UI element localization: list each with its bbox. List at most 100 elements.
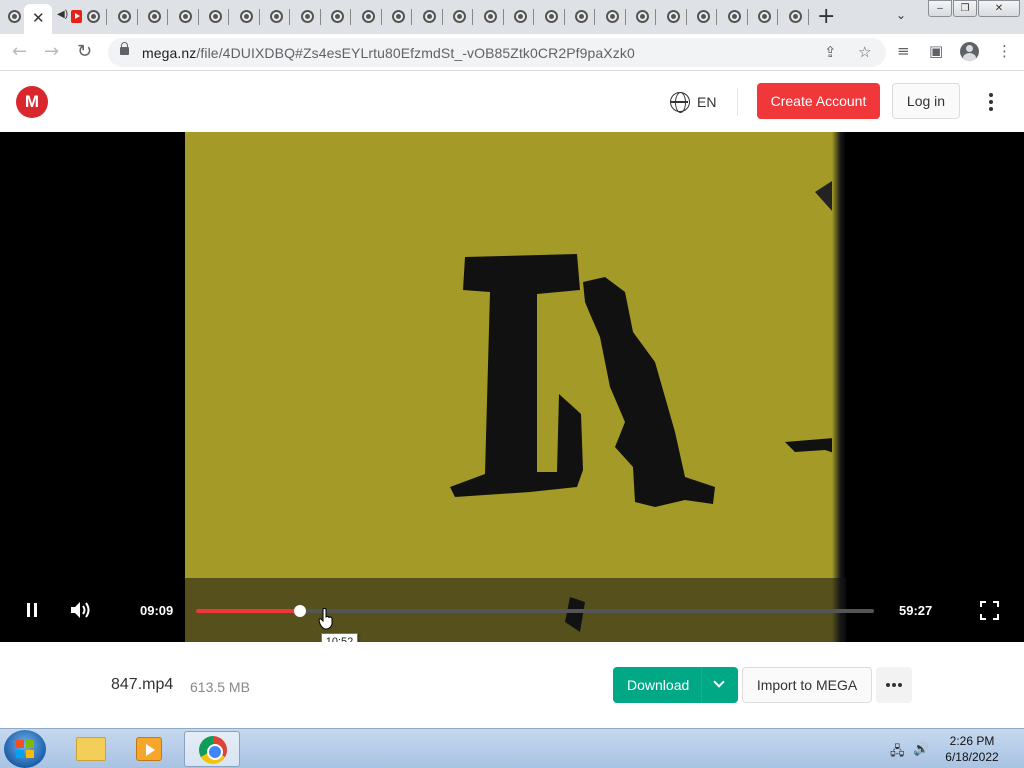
taskbar-explorer[interactable] [62,731,118,767]
video-frame[interactable] [185,132,846,642]
tab-favicon-icon[interactable] [148,10,161,23]
close-tab-icon[interactable]: ✕ [32,9,45,27]
lock-icon[interactable] [120,42,129,55]
tab-separator [258,9,260,25]
youtube-tab-icon[interactable] [71,10,82,23]
url-text[interactable]: mega.nz/file/4DUIXDBQ#Zs4esEYLrtu80Efzmd… [142,45,635,61]
fullscreen-icon[interactable] [980,601,999,620]
back-icon[interactable]: ← [12,41,27,62]
system-clock[interactable]: 2:26 PM 6/18/2022 [940,733,1004,765]
minimize-button[interactable]: – [928,0,952,17]
tab-favicon-icon[interactable] [422,10,436,23]
log-in-button[interactable]: Log in [892,83,960,119]
bookmark-star-icon[interactable]: ☆ [858,43,871,61]
new-tab-button[interactable]: + [817,4,835,29]
pause-icon[interactable] [26,603,38,617]
import-to-mega-button[interactable]: Import to MEGA [742,667,872,703]
tab-separator [380,9,382,25]
volume-icon[interactable] [70,601,92,619]
tab-separator [746,9,748,25]
video-content-image [450,172,846,632]
globe-icon[interactable] [670,92,690,113]
language-selector[interactable]: EN [697,94,716,110]
tab-favicon-icon[interactable] [331,10,344,23]
forward-icon[interactable]: → [44,41,59,62]
media-control-icon[interactable]: ≡ [897,42,910,60]
tab-favicon-icon[interactable] [697,10,710,23]
tab-separator [624,9,626,25]
side-panel-icon[interactable]: ▣ [929,42,943,60]
video-player[interactable]: 09:09 59:27 [0,132,1024,642]
browser-tab-strip: ✕ ◀) + ⌄ – ❐ ✕ [0,0,1024,34]
tab-favicon-icon[interactable] [666,10,680,23]
reload-icon[interactable]: ↻ [77,41,92,62]
tab-favicon-icon[interactable] [178,10,192,23]
video-frame-edge [832,132,846,642]
chrome-icon [199,736,227,764]
tab-separator [167,9,168,25]
download-split-divider [701,667,702,703]
download-button[interactable]: Download [613,667,738,703]
taskbar-media-player[interactable] [122,731,178,767]
tab-separator [716,9,717,25]
tab-favicon-icon[interactable] [209,10,222,23]
tab-favicon-icon[interactable] [117,10,131,23]
file-size: 613.5 MB [190,679,250,695]
start-button[interactable] [4,730,46,768]
tab-separator [106,9,107,25]
tab-separator [350,9,351,25]
tab-separator [441,9,443,25]
profile-avatar-icon[interactable] [960,42,979,61]
active-tab[interactable]: ✕ [24,4,52,34]
hand-cursor-icon [318,608,333,630]
tab-separator [533,9,534,25]
taskbar-chrome[interactable] [184,731,240,767]
tab-favicon-icon[interactable] [239,10,253,23]
more-menu-icon[interactable] [983,90,999,114]
tab-separator [777,9,778,25]
tab-separator [197,9,199,25]
tab-favicon-icon[interactable] [758,10,771,23]
tab-favicon-icon[interactable] [8,10,21,23]
tab-separator [685,9,687,25]
tab-favicon-icon[interactable] [87,10,100,23]
share-icon[interactable]: ⇪ [824,43,837,61]
clock-date: 6/18/2022 [945,750,999,764]
tab-separator [472,9,473,25]
chevron-down-icon[interactable] [713,676,725,688]
progress-track[interactable] [196,605,874,617]
tab-favicon-icon[interactable] [483,10,497,23]
tab-search-icon[interactable]: ⌄ [896,8,906,22]
tab-separator [289,9,290,25]
tab-separator [411,9,412,25]
browser-menu-icon[interactable]: ⋮ [997,42,1012,60]
tab-favicon-icon[interactable] [727,10,741,23]
tab-favicon-icon[interactable] [300,10,314,23]
download-label[interactable]: Download [627,677,689,693]
media-player-icon [136,737,162,761]
mega-logo[interactable]: M [16,86,48,118]
tab-favicon-icon[interactable] [575,10,588,23]
network-icon[interactable]: 🖧 [890,742,905,764]
tab-favicon-icon[interactable] [636,10,649,23]
volume-tray-icon[interactable]: 🔊 [913,742,929,757]
close-window-button[interactable]: ✕ [978,0,1020,17]
tab-favicon-icon[interactable] [453,10,466,23]
tab-favicon-icon[interactable] [361,10,375,23]
tab-separator [655,9,656,25]
create-account-button[interactable]: Create Account [757,83,880,119]
tab-favicon-icon[interactable] [392,10,405,23]
tab-favicon-icon[interactable] [544,10,558,23]
tab-favicon-icon[interactable] [605,10,619,23]
address-bar[interactable]: mega.nz/file/4DUIXDBQ#Zs4esEYLrtu80Efzmd… [108,38,886,67]
tab-separator [136,9,138,25]
more-options-button[interactable] [876,667,912,703]
tab-favicon-icon[interactable] [514,10,527,23]
mega-header: M EN Create Account Log in [0,72,1024,132]
tab-favicon-icon[interactable] [270,10,283,23]
tab-separator [319,9,321,25]
tab-favicon-icon[interactable] [788,10,802,23]
tab-separator [502,9,504,25]
restore-button[interactable]: ❐ [953,0,977,17]
header-divider [737,88,738,116]
